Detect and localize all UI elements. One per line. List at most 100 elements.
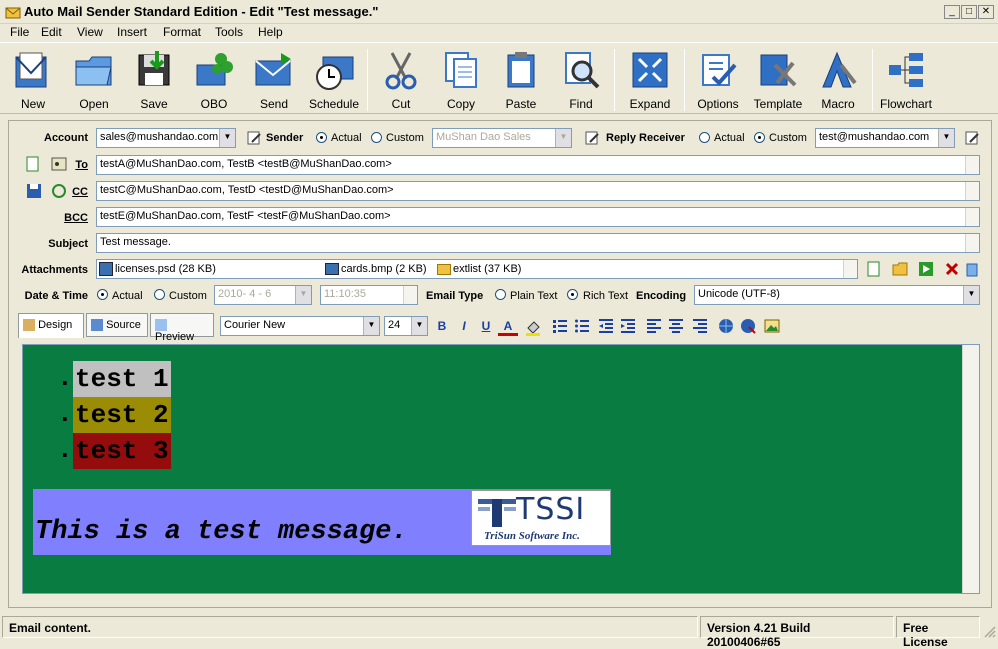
reply-receiver-select[interactable]: test@mushandao.com ▼ <box>815 128 955 148</box>
menu-insert[interactable]: Insert <box>117 25 147 39</box>
email-editor[interactable]: . test 1 . test 2 . test 3 This is a tes… <box>22 344 980 594</box>
menu-file[interactable]: File <box>10 25 29 39</box>
bcc-label[interactable]: BCC <box>40 212 88 224</box>
insert-image-icon[interactable] <box>764 318 780 334</box>
schedule-button[interactable]: Schedule <box>304 45 364 113</box>
indent-icon[interactable] <box>620 318 636 334</box>
bcc-scrollbar[interactable] <box>965 208 979 226</box>
edit-reply-icon[interactable] <box>964 130 980 146</box>
delete-icon[interactable] <box>944 261 960 277</box>
insert-link-icon[interactable] <box>718 318 734 334</box>
chevron-down-icon[interactable]: ▼ <box>363 317 379 335</box>
template-button[interactable]: Template <box>748 45 808 113</box>
paste-button[interactable]: Paste <box>491 45 551 113</box>
reply-actual-radio[interactable] <box>699 132 710 143</box>
attachments-scrollbar[interactable] <box>843 260 857 278</box>
refresh-icon[interactable] <box>51 183 67 199</box>
italic-button[interactable]: I <box>454 316 474 336</box>
to-field[interactable]: testA@MuShanDao.com, TestB <testB@MuShan… <box>96 155 980 175</box>
open-button[interactable]: Open <box>64 45 124 113</box>
save-button[interactable]: Save <box>124 45 184 113</box>
tab-source[interactable]: Source <box>86 313 148 337</box>
attachments-list[interactable]: licenses.psd (28 KB) cards.bmp (2 KB) ex… <box>96 259 858 279</box>
expand-button[interactable]: Expand <box>620 45 680 113</box>
numbered-list-icon[interactable] <box>552 318 568 334</box>
time-spinner[interactable] <box>403 286 417 304</box>
bullet-list-icon[interactable] <box>574 318 590 334</box>
datetime-custom-radio[interactable] <box>154 289 165 300</box>
align-center-icon[interactable] <box>668 318 684 334</box>
to-label[interactable]: To <box>70 159 88 171</box>
resize-grip-icon[interactable] <box>982 624 996 638</box>
open-folder-icon[interactable] <box>892 261 908 277</box>
cc-label[interactable]: CC <box>70 186 88 198</box>
copy-button[interactable]: Copy <box>431 45 491 113</box>
edit-sender-icon[interactable] <box>584 130 600 146</box>
account-select[interactable]: sales@mushandao.com ▼ <box>96 128 236 148</box>
tab-preview[interactable]: Preview <box>150 313 214 343</box>
font-family-select[interactable]: Courier New ▼ <box>220 316 380 336</box>
chevron-down-icon[interactable]: ▼ <box>295 286 311 304</box>
maximize-button[interactable]: □ <box>961 5 977 19</box>
bold-button[interactable]: B <box>432 316 452 336</box>
attachment-item[interactable]: licenses.psd (28 KB) <box>115 263 216 275</box>
outdent-icon[interactable] <box>598 318 614 334</box>
time-picker[interactable]: 11:10:35 <box>320 285 418 305</box>
edit-account-icon[interactable] <box>246 130 262 146</box>
chevron-down-icon[interactable]: ▼ <box>938 129 954 147</box>
subject-field[interactable]: Test message. <box>96 233 980 253</box>
toolbar-separator <box>614 49 615 111</box>
rich-text-radio[interactable] <box>567 289 578 300</box>
encoding-select[interactable]: Unicode (UTF-8) ▼ <box>694 285 980 305</box>
add-attachment-icon[interactable] <box>866 261 882 277</box>
send-button[interactable]: Send <box>244 45 304 113</box>
chevron-down-icon[interactable]: ▼ <box>555 129 571 147</box>
attachment-item[interactable]: cards.bmp (2 KB) <box>341 263 427 275</box>
new-document-icon[interactable] <box>26 156 40 172</box>
chevron-down-icon[interactable]: ▼ <box>411 317 427 335</box>
cut-button[interactable]: Cut <box>371 45 431 113</box>
menu-tools[interactable]: Tools <box>215 25 243 39</box>
close-button[interactable]: ✕ <box>978 5 994 19</box>
reply-custom-radio[interactable] <box>754 132 765 143</box>
source-tab-label: Source <box>106 319 141 331</box>
sender-custom-radio[interactable] <box>371 132 382 143</box>
editor-scrollbar[interactable] <box>962 345 979 593</box>
address-book-icon[interactable] <box>51 156 67 172</box>
run-icon[interactable] <box>918 261 934 277</box>
font-color-button[interactable]: A <box>498 316 518 336</box>
chevron-down-icon[interactable]: ▼ <box>963 286 979 304</box>
macro-button[interactable]: Macro <box>808 45 868 113</box>
menu-help[interactable]: Help <box>258 25 283 39</box>
chevron-down-icon[interactable]: ▼ <box>219 129 235 147</box>
cc-scrollbar[interactable] <box>965 182 979 200</box>
remove-link-icon[interactable] <box>740 318 756 334</box>
subject-scrollbar[interactable] <box>965 234 979 252</box>
obo-button[interactable]: OBO <box>184 45 244 113</box>
new-button[interactable]: New <box>3 45 63 113</box>
find-button[interactable]: Find <box>551 45 611 113</box>
align-right-icon[interactable] <box>692 318 708 334</box>
menu-format[interactable]: Format <box>163 25 201 39</box>
flowchart-button[interactable]: Flowchart <box>876 45 936 113</box>
tab-design[interactable]: Design <box>18 313 84 338</box>
cc-field[interactable]: testC@MuShanDao.com, TestD <testD@MuShan… <box>96 181 980 201</box>
sender-actual-radio[interactable] <box>316 132 327 143</box>
bcc-field[interactable]: testE@MuShanDao.com, TestF <testF@MuShan… <box>96 207 980 227</box>
recycle-icon[interactable] <box>964 261 980 277</box>
align-left-icon[interactable] <box>646 318 662 334</box>
font-size-select[interactable]: 24 ▼ <box>384 316 428 336</box>
sender-custom-select[interactable]: MuShan Dao Sales ▼ <box>432 128 572 148</box>
minimize-button[interactable]: _ <box>944 5 960 19</box>
datetime-actual-radio[interactable] <box>97 289 108 300</box>
date-picker[interactable]: 2010- 4 - 6 ▼ <box>214 285 312 305</box>
menu-view[interactable]: View <box>77 25 103 39</box>
menu-edit[interactable]: Edit <box>41 25 62 39</box>
save-icon[interactable] <box>26 183 42 199</box>
attachment-item[interactable]: extlist (37 KB) <box>453 263 521 275</box>
plain-text-radio[interactable] <box>495 289 506 300</box>
options-button[interactable]: Options <box>688 45 748 113</box>
underline-button[interactable]: U <box>476 316 496 336</box>
to-scrollbar[interactable] <box>965 156 979 174</box>
highlight-icon[interactable] <box>524 318 542 336</box>
